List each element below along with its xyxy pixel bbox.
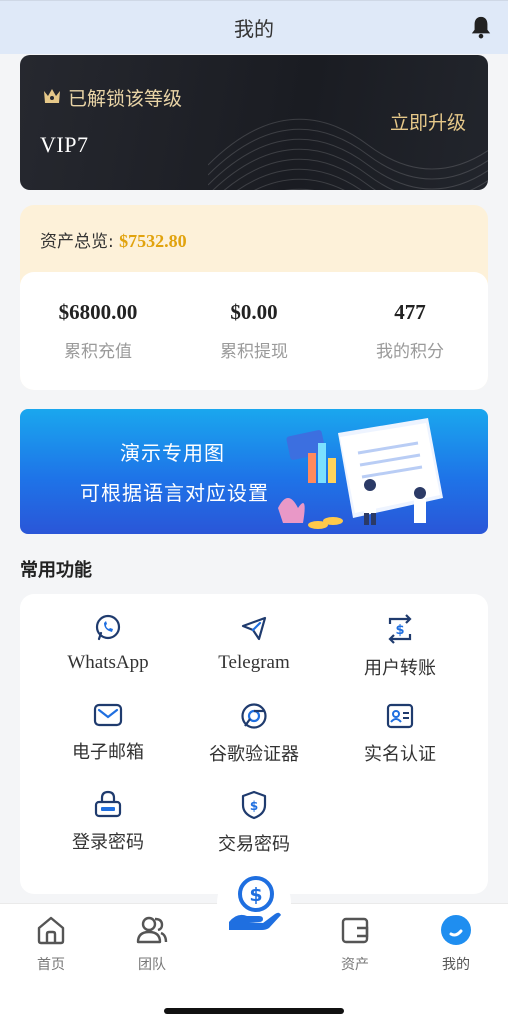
stat-value: $0.00: [230, 300, 278, 324]
transfer-icon: $: [388, 614, 412, 644]
function-real-name-verification[interactable]: 实名认证: [322, 702, 478, 766]
page-title: 我的: [234, 17, 274, 41]
mail-icon: [93, 703, 123, 727]
center-action-button[interactable]: $: [217, 866, 291, 940]
function-transfer[interactable]: $ 用户转账: [322, 614, 478, 680]
tab-label: 首页: [37, 957, 65, 973]
function-whatsapp[interactable]: WhatsApp: [30, 614, 186, 674]
function-label: 用户转账: [364, 658, 436, 679]
tab-assets[interactable]: 资产: [320, 914, 390, 974]
tab-profile[interactable]: 我的: [421, 914, 491, 974]
asset-overview-card: 资产总览: $7532.80 $6800.00 累积充值 $0.00 累积提现 …: [20, 205, 488, 390]
tab-home[interactable]: 首页: [16, 914, 86, 974]
stat-label: 累积充值: [64, 342, 132, 362]
function-label: 实名认证: [364, 744, 436, 765]
stat-value: 477: [394, 300, 426, 324]
money-hand-icon: $: [229, 876, 281, 930]
tab-label: 团队: [138, 957, 166, 973]
function-telegram[interactable]: Telegram: [176, 614, 332, 674]
functions-card: WhatsApp Telegram $ 用户转账 电子邮箱 谷歌验证器 实名认证…: [20, 594, 488, 894]
stat-label: 我的积分: [376, 342, 444, 362]
google-auth-icon: [241, 703, 267, 729]
bell-icon[interactable]: [470, 15, 492, 39]
stat-my-points: 477 我的积分: [332, 272, 488, 390]
banner-illustration: [278, 418, 443, 529]
function-label: 电子邮箱: [72, 742, 144, 763]
stat-total-recharge: $6800.00 累积充值: [20, 272, 176, 390]
upgrade-button[interactable]: 立即升级: [390, 108, 466, 135]
profile-icon: [441, 915, 471, 945]
promo-banner[interactable]: 演示专用图 可根据语言对应设置: [20, 409, 488, 534]
function-google-authenticator[interactable]: 谷歌验证器: [176, 702, 332, 766]
asset-stats: $6800.00 累积充值 $0.00 累积提现 477 我的积分: [20, 272, 488, 390]
function-email[interactable]: 电子邮箱: [30, 702, 186, 764]
asset-overview-amount: $7532.80: [119, 231, 187, 251]
stat-value: $6800.00: [58, 300, 138, 324]
function-label: WhatsApp: [67, 652, 149, 673]
stat-label: 累积提现: [220, 342, 288, 362]
banner-line-1: 演示专用图: [120, 441, 225, 465]
lock-icon: [94, 790, 122, 818]
function-trade-password[interactable]: $ 交易密码: [176, 790, 332, 856]
id-card-icon: [386, 703, 414, 729]
vip-level: VIP7: [40, 132, 89, 157]
tab-label: 我的: [442, 957, 470, 973]
telegram-icon: [241, 616, 267, 641]
crown-icon: [44, 89, 60, 103]
svg-text:$: $: [249, 884, 262, 906]
stat-total-withdraw: $0.00 累积提现: [176, 272, 332, 390]
function-label: 交易密码: [218, 834, 290, 855]
function-label: Telegram: [218, 652, 290, 673]
home-indicator: [164, 1008, 344, 1014]
svg-text:$: $: [250, 799, 258, 813]
function-login-password[interactable]: 登录密码: [30, 790, 186, 854]
asset-overview: 资产总览: $7532.80: [40, 227, 187, 252]
function-label: 谷歌验证器: [209, 744, 299, 765]
vip-unlocked-text: 已解锁该等级: [68, 88, 183, 110]
functions-title: 常用功能: [20, 560, 92, 581]
wallet-icon: [341, 917, 369, 944]
top-nav-bar: 我的: [0, 0, 508, 54]
vip-card[interactable]: 已解锁该等级 VIP7 立即升级: [20, 55, 488, 190]
tab-label: 资产: [341, 957, 369, 973]
asset-overview-label: 资产总览:: [40, 232, 114, 252]
whatsapp-icon: [95, 614, 121, 641]
home-icon: [37, 916, 65, 945]
shield-dollar-icon: $: [241, 790, 267, 820]
team-icon: [136, 916, 168, 944]
svg-text:$: $: [395, 623, 404, 638]
function-label: 登录密码: [72, 832, 144, 853]
tab-team[interactable]: 团队: [117, 914, 187, 974]
banner-line-2: 可根据语言对应设置: [80, 481, 269, 505]
